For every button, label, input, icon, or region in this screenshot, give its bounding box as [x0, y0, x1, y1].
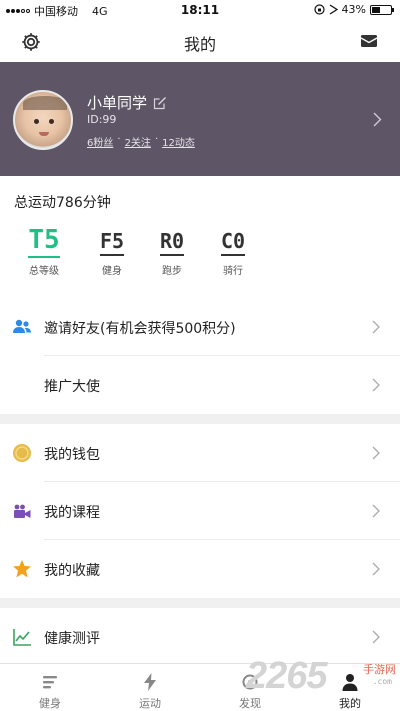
edit-icon[interactable]	[153, 96, 167, 110]
courses-row[interactable]: 我的课程	[0, 482, 400, 540]
level-fitness[interactable]: F5 健身	[82, 230, 142, 277]
row-label: 健康测评	[44, 631, 100, 647]
row-label: 我的钱包	[44, 447, 100, 463]
coin-icon	[13, 444, 31, 462]
level-label: 骑行	[223, 266, 243, 277]
total-exercise: 总运动786分钟	[14, 195, 111, 211]
tab-fitness[interactable]: 健身	[0, 664, 100, 711]
level-code: R0	[159, 230, 185, 256]
tab-label: 健身	[39, 697, 61, 710]
nav-bar: 我的	[0, 20, 400, 62]
level-running[interactable]: R0 跑步	[142, 230, 202, 277]
chevron-right-icon	[372, 504, 380, 518]
wallet-row[interactable]: 我的钱包	[0, 424, 400, 482]
level-total[interactable]: T5 总等级	[14, 226, 74, 277]
lock-rotation-icon	[313, 4, 325, 15]
invite-friends-row[interactable]: 邀请好友(有机会获得500积分)	[0, 298, 400, 356]
battery-icon	[370, 4, 394, 15]
status-right: 43%	[313, 3, 394, 16]
level-label: 跑步	[162, 266, 182, 277]
level-badges: T5 总等级 F5 健身 R0 跑步 C0 骑行	[0, 226, 400, 290]
mail-icon[interactable]	[360, 33, 378, 49]
chevron-right-icon	[372, 446, 380, 460]
chevron-right-icon[interactable]	[373, 112, 382, 127]
chevron-right-icon	[372, 630, 380, 644]
chevron-right-icon	[372, 562, 380, 576]
tab-exercise[interactable]: 运动	[100, 664, 200, 711]
stats-separator: ·	[117, 134, 121, 145]
lightning-icon	[144, 673, 156, 691]
row-label: 推广大使	[44, 379, 100, 395]
level-cycling[interactable]: C0 骑行	[203, 230, 263, 277]
profile-name: 小单同学	[87, 94, 148, 112]
level-code: C0	[220, 230, 246, 256]
level-code: F5	[99, 230, 125, 256]
page-title: 我的	[183, 35, 216, 54]
row-label: 我的收藏	[44, 563, 100, 579]
level-label: 总等级	[29, 266, 59, 277]
fans-link[interactable]: 6粉丝	[87, 134, 113, 149]
profile-name-row: 小单同学	[87, 92, 167, 113]
watermark-url: .com	[372, 677, 392, 686]
chevron-right-icon	[372, 378, 380, 392]
star-icon	[13, 560, 31, 578]
stats-separator: ·	[154, 134, 159, 145]
friends-icon	[13, 319, 31, 333]
profile-stats: 6粉丝 · 2关注 · 12动态	[87, 134, 195, 149]
level-code: T5	[28, 226, 60, 258]
watermark-tag: 手游网	[363, 663, 396, 676]
chart-line-icon	[13, 629, 31, 646]
favorites-row[interactable]: 我的收藏	[0, 540, 400, 598]
level-label: 健身	[102, 266, 122, 277]
list-icon	[43, 676, 57, 689]
profile-id: ID:99	[87, 113, 117, 126]
alarm-icon	[329, 4, 338, 15]
battery-percent: 43%	[341, 3, 366, 16]
following-link[interactable]: 2关注	[125, 134, 151, 149]
row-label: 我的课程	[44, 505, 100, 521]
tab-label: 运动	[139, 697, 161, 710]
avatar[interactable]	[13, 90, 73, 150]
promoter-row[interactable]: 推广大使	[0, 356, 400, 414]
posts-link[interactable]: 12动态	[162, 134, 195, 149]
row-label: 邀请好友(有机会获得500积分)	[44, 321, 236, 337]
status-bar: 中国移动 4G 18:11 43%	[0, 0, 400, 20]
chevron-right-icon	[372, 320, 380, 334]
watermark-brand: 2265	[246, 655, 328, 697]
watermark-logo: 2265 手游网 .com	[246, 655, 400, 711]
video-camera-icon	[14, 504, 31, 518]
profile-header[interactable]: 小单同学 ID:99 6粉丝 · 2关注 · 12动态	[0, 62, 400, 176]
